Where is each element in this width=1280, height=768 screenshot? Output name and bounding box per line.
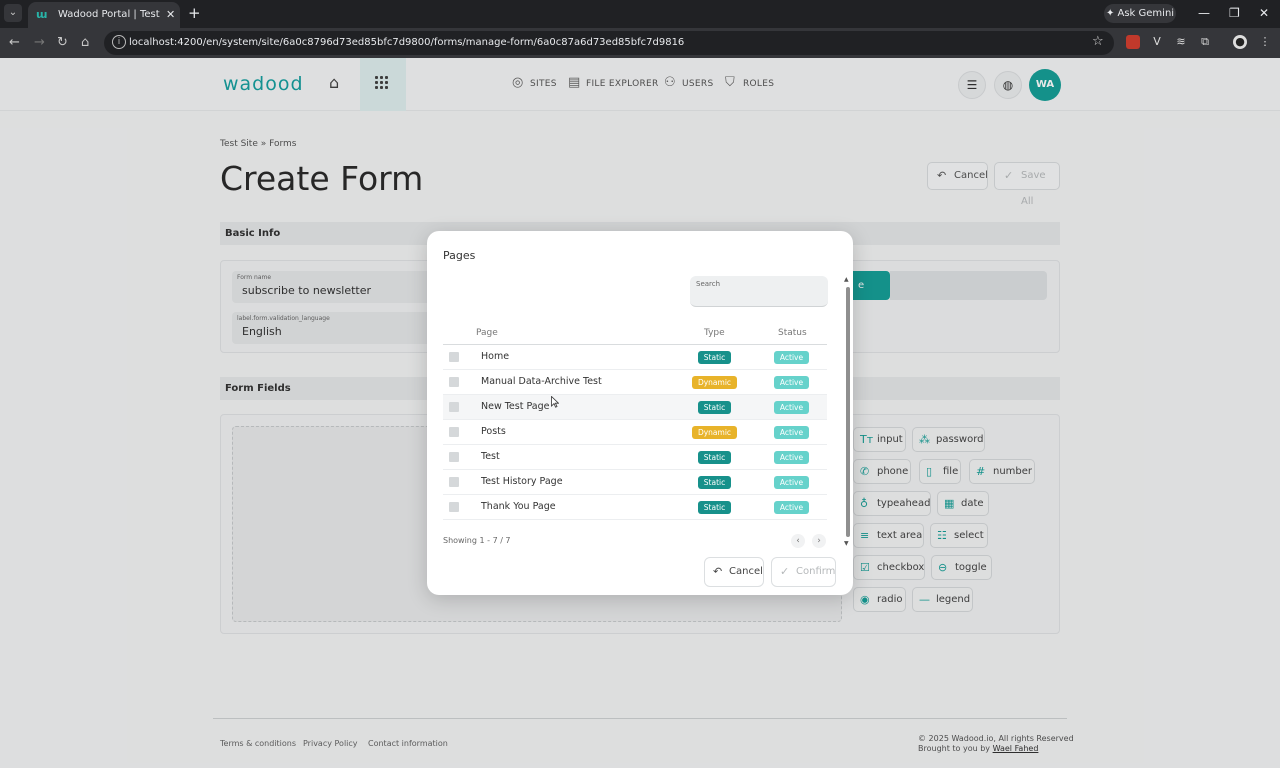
row-page-name: Posts <box>481 426 506 437</box>
search-field[interactable]: Search <box>690 276 828 307</box>
tab-list-button[interactable]: ⌄ <box>4 4 22 22</box>
tab-title: Wadood Portal | Test Site - Create <box>58 9 162 20</box>
address-bar[interactable]: i localhost:4200/en/system/site/6a0c8796… <box>104 31 1114 55</box>
new-tab-button[interactable]: + <box>188 5 201 21</box>
type-badge: Static <box>698 401 731 414</box>
row-page-name: Manual Data-Archive Test <box>481 376 602 387</box>
extension-icon-2[interactable]: ≋ <box>1174 35 1188 49</box>
forward-icon[interactable]: → <box>34 34 45 52</box>
tab-close-icon[interactable]: ✕ <box>166 8 175 22</box>
type-badge: Dynamic <box>692 426 737 439</box>
browser-tab[interactable]: ɯ Wadood Portal | Test Site - Create ✕ <box>28 2 180 28</box>
favicon-icon: ɯ <box>36 8 48 21</box>
status-badge: Active <box>774 426 809 439</box>
row-checkbox[interactable] <box>449 427 459 437</box>
row-page-name: Home <box>481 351 510 362</box>
row-page-name: Thank You Page <box>481 501 556 512</box>
bookmark-star-icon[interactable]: ☆ <box>1092 34 1104 50</box>
status-badge: Active <box>774 376 809 389</box>
ask-gemini-button[interactable]: ✦ Ask Gemini <box>1104 4 1176 23</box>
check-icon: ✓ <box>780 565 790 578</box>
row-checkbox[interactable] <box>449 452 459 462</box>
extensions-puzzle-icon[interactable]: ⧉ <box>1198 35 1212 49</box>
status-badge: Active <box>774 501 809 514</box>
table-row[interactable]: Posts Dynamic Active <box>443 420 827 445</box>
scroll-up-icon[interactable]: ▲ <box>844 277 849 283</box>
row-page-name: New Test Page <box>481 401 550 412</box>
close-window-icon[interactable]: ✕ <box>1259 5 1269 21</box>
profile-icon[interactable]: ● <box>1233 35 1247 49</box>
pages-modal: Pages Search Page Type Status Home Stati… <box>427 231 853 595</box>
table-row[interactable]: Thank You Page Static Active <box>443 495 827 520</box>
vimium-extension-icon[interactable]: V <box>1150 35 1164 49</box>
pagination-summary: Showing 1 - 7 / 7 <box>443 536 511 545</box>
type-badge: Static <box>698 476 731 489</box>
search-input[interactable] <box>696 290 820 304</box>
status-badge: Active <box>774 401 809 414</box>
modal-confirm-button[interactable]: ✓ Confirm <box>771 557 836 587</box>
row-checkbox[interactable] <box>449 352 459 362</box>
row-checkbox[interactable] <box>449 477 459 487</box>
url-text: localhost:4200/en/system/site/6a0c8796d7… <box>129 37 685 48</box>
extension-icon[interactable] <box>1126 35 1140 49</box>
browser-toolbar: ← → ↻ ⌂ i localhost:4200/en/system/site/… <box>0 28 1280 58</box>
scroll-down-icon[interactable]: ▼ <box>844 541 849 547</box>
next-page-icon[interactable]: › <box>812 534 826 548</box>
type-badge: Dynamic <box>692 376 737 389</box>
column-header-type[interactable]: Type <box>704 327 725 339</box>
status-badge: Active <box>774 351 809 364</box>
modal-cancel-button[interactable]: ↶ Cancel <box>704 557 764 587</box>
row-page-name: Test <box>481 451 500 462</box>
minimize-icon[interactable]: — <box>1198 5 1210 21</box>
restore-icon[interactable]: ❐ <box>1229 5 1240 21</box>
type-badge: Static <box>698 351 731 364</box>
table-row[interactable]: New Test Page Static Active <box>443 395 827 420</box>
row-page-name: Test History Page <box>481 476 563 487</box>
mouse-cursor-icon <box>551 396 559 408</box>
table-row[interactable]: Test History Page Static Active <box>443 470 827 495</box>
browser-tab-bar: ⌄ ɯ Wadood Portal | Test Site - Create ✕… <box>0 0 1280 28</box>
undo-icon: ↶ <box>713 565 723 578</box>
type-badge: Static <box>698 501 731 514</box>
modal-title: Pages <box>443 249 476 262</box>
table-row[interactable]: Home Static Active <box>443 345 827 370</box>
status-badge: Active <box>774 451 809 464</box>
row-checkbox[interactable] <box>449 377 459 387</box>
table-row[interactable]: Manual Data-Archive Test Dynamic Active <box>443 370 827 395</box>
ask-gemini-label: Ask Gemini <box>1117 8 1175 19</box>
modal-scrollbar[interactable] <box>846 287 850 537</box>
modal-confirm-label: Confirm <box>796 566 836 577</box>
back-icon[interactable]: ← <box>9 34 20 52</box>
prev-page-icon[interactable]: ‹ <box>791 534 805 548</box>
row-checkbox[interactable] <box>449 402 459 412</box>
status-badge: Active <box>774 476 809 489</box>
browser-menu-icon[interactable]: ⋮ <box>1258 35 1272 49</box>
site-info-icon[interactable]: i <box>112 35 126 49</box>
type-badge: Static <box>698 451 731 464</box>
column-header-status[interactable]: Status <box>778 327 807 339</box>
column-header-page[interactable]: Page <box>476 327 498 339</box>
home-browser-icon[interactable]: ⌂ <box>81 34 89 52</box>
search-label: Search <box>696 280 721 288</box>
row-checkbox[interactable] <box>449 502 459 512</box>
table-row[interactable]: Test Static Active <box>443 445 827 470</box>
modal-cancel-label: Cancel <box>729 566 763 577</box>
reload-icon[interactable]: ↻ <box>57 34 68 52</box>
